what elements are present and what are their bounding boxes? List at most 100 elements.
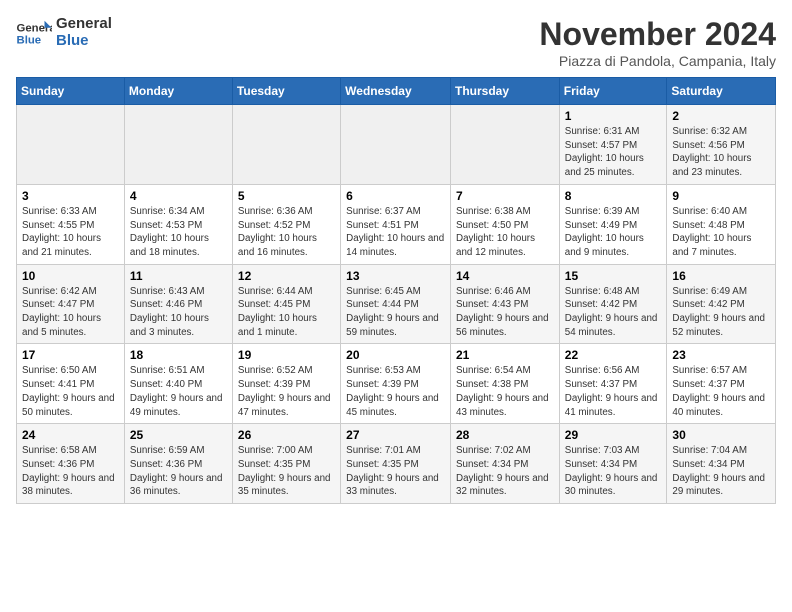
day-number: 1 — [565, 109, 662, 123]
calendar-cell: 2 Sunrise: 6:32 AM Sunset: 4:56 PM Daylig… — [667, 105, 776, 185]
day-info: Sunrise: 6:42 AM Sunset: 4:47 PM Dayligh… — [22, 285, 119, 340]
calendar-cell — [124, 105, 232, 185]
day-header: Monday — [124, 78, 232, 105]
calendar-cell: 3 Sunrise: 6:33 AM Sunset: 4:55 PM Daylig… — [17, 184, 125, 264]
day-number: 23 — [672, 348, 770, 362]
day-number: 3 — [22, 189, 119, 203]
day-number: 24 — [22, 428, 119, 442]
day-number: 17 — [22, 348, 119, 362]
day-info: Sunrise: 6:32 AM Sunset: 4:56 PM Dayligh… — [672, 125, 770, 180]
day-info: Sunrise: 6:38 AM Sunset: 4:50 PM Dayligh… — [456, 205, 554, 260]
day-header: Wednesday — [341, 78, 451, 105]
calendar-cell: 14 Sunrise: 6:46 AM Sunset: 4:43 PM Dayli… — [451, 264, 560, 344]
day-number: 2 — [672, 109, 770, 123]
calendar-cell — [451, 105, 560, 185]
day-number: 16 — [672, 269, 770, 283]
day-info: Sunrise: 6:33 AM Sunset: 4:55 PM Dayligh… — [22, 205, 119, 260]
calendar-week: 3 Sunrise: 6:33 AM Sunset: 4:55 PM Daylig… — [17, 184, 776, 264]
day-header: Thursday — [451, 78, 560, 105]
calendar-cell: 10 Sunrise: 6:42 AM Sunset: 4:47 PM Dayli… — [17, 264, 125, 344]
calendar-cell — [17, 105, 125, 185]
day-number: 20 — [346, 348, 445, 362]
day-info: Sunrise: 7:02 AM Sunset: 4:34 PM Dayligh… — [456, 444, 554, 499]
calendar-table: SundayMondayTuesdayWednesdayThursdayFrid… — [16, 77, 776, 504]
logo-icon: General Blue — [16, 19, 52, 47]
calendar-cell: 24Sunrise: 6:58 AM Sunset: 4:36 PM Dayli… — [17, 424, 125, 504]
calendar-cell: 8 Sunrise: 6:39 AM Sunset: 4:49 PM Daylig… — [559, 184, 667, 264]
day-number: 4 — [130, 189, 227, 203]
calendar-cell: 16 Sunrise: 6:49 AM Sunset: 4:42 PM Dayli… — [667, 264, 776, 344]
day-number: 21 — [456, 348, 554, 362]
day-info: Sunrise: 6:50 AM Sunset: 4:41 PM Dayligh… — [22, 364, 119, 419]
calendar-cell: 7Sunrise: 6:38 AM Sunset: 4:50 PM Daylig… — [451, 184, 560, 264]
day-info: Sunrise: 6:46 AM Sunset: 4:43 PM Dayligh… — [456, 285, 554, 340]
day-number: 5 — [238, 189, 335, 203]
calendar-cell: 20 Sunrise: 6:53 AM Sunset: 4:39 PM Dayli… — [341, 344, 451, 424]
day-info: Sunrise: 6:52 AM Sunset: 4:39 PM Dayligh… — [238, 364, 335, 419]
day-number: 22 — [565, 348, 662, 362]
day-number: 11 — [130, 269, 227, 283]
day-header: Friday — [559, 78, 667, 105]
calendar-cell: 23Sunrise: 6:57 AM Sunset: 4:37 PM Dayli… — [667, 344, 776, 424]
day-number: 15 — [565, 269, 662, 283]
day-number: 26 — [238, 428, 335, 442]
calendar-week: 10 Sunrise: 6:42 AM Sunset: 4:47 PM Dayli… — [17, 264, 776, 344]
day-number: 18 — [130, 348, 227, 362]
day-info: Sunrise: 7:00 AM Sunset: 4:35 PM Dayligh… — [238, 444, 335, 499]
day-number: 29 — [565, 428, 662, 442]
header: General Blue General Blue November 2024 … — [16, 16, 776, 69]
calendar-cell — [232, 105, 340, 185]
logo-line2: Blue — [56, 33, 112, 50]
calendar-week: 1 Sunrise: 6:31 AM Sunset: 4:57 PM Daylig… — [17, 105, 776, 185]
calendar-cell: 11 Sunrise: 6:43 AM Sunset: 4:46 PM Dayli… — [124, 264, 232, 344]
day-info: Sunrise: 6:34 AM Sunset: 4:53 PM Dayligh… — [130, 205, 227, 260]
day-info: Sunrise: 7:04 AM Sunset: 4:34 PM Dayligh… — [672, 444, 770, 499]
calendar-cell: 22Sunrise: 6:56 AM Sunset: 4:37 PM Dayli… — [559, 344, 667, 424]
day-info: Sunrise: 6:51 AM Sunset: 4:40 PM Dayligh… — [130, 364, 227, 419]
svg-text:Blue: Blue — [17, 34, 42, 46]
day-number: 19 — [238, 348, 335, 362]
day-number: 10 — [22, 269, 119, 283]
calendar-cell: 1 Sunrise: 6:31 AM Sunset: 4:57 PM Daylig… — [559, 105, 667, 185]
calendar-week: 24Sunrise: 6:58 AM Sunset: 4:36 PM Dayli… — [17, 424, 776, 504]
day-info: Sunrise: 6:53 AM Sunset: 4:39 PM Dayligh… — [346, 364, 445, 419]
calendar-cell: 29 Sunrise: 7:03 AM Sunset: 4:34 PM Dayli… — [559, 424, 667, 504]
day-info: Sunrise: 6:54 AM Sunset: 4:38 PM Dayligh… — [456, 364, 554, 419]
location-subtitle: Piazza di Pandola, Campania, Italy — [539, 53, 776, 69]
calendar-cell: 21 Sunrise: 6:54 AM Sunset: 4:38 PM Dayli… — [451, 344, 560, 424]
day-number: 28 — [456, 428, 554, 442]
day-info: Sunrise: 6:36 AM Sunset: 4:52 PM Dayligh… — [238, 205, 335, 260]
calendar-cell: 28 Sunrise: 7:02 AM Sunset: 4:34 PM Dayli… — [451, 424, 560, 504]
day-info: Sunrise: 7:03 AM Sunset: 4:34 PM Dayligh… — [565, 444, 662, 499]
logo-line1: General — [56, 16, 112, 33]
calendar-cell: 4 Sunrise: 6:34 AM Sunset: 4:53 PM Daylig… — [124, 184, 232, 264]
day-number: 9 — [672, 189, 770, 203]
calendar-cell: 9 Sunrise: 6:40 AM Sunset: 4:48 PM Daylig… — [667, 184, 776, 264]
day-info: Sunrise: 6:40 AM Sunset: 4:48 PM Dayligh… — [672, 205, 770, 260]
calendar-cell: 12Sunrise: 6:44 AM Sunset: 4:45 PM Dayli… — [232, 264, 340, 344]
day-number: 27 — [346, 428, 445, 442]
calendar-cell: 26 Sunrise: 7:00 AM Sunset: 4:35 PM Dayli… — [232, 424, 340, 504]
calendar-cell: 27 Sunrise: 7:01 AM Sunset: 4:35 PM Dayli… — [341, 424, 451, 504]
calendar-cell: 17 Sunrise: 6:50 AM Sunset: 4:41 PM Dayli… — [17, 344, 125, 424]
day-number: 14 — [456, 269, 554, 283]
calendar-cell: 30Sunrise: 7:04 AM Sunset: 4:34 PM Dayli… — [667, 424, 776, 504]
header-row: SundayMondayTuesdayWednesdayThursdayFrid… — [17, 78, 776, 105]
calendar-cell: 6Sunrise: 6:37 AM Sunset: 4:51 PM Daylig… — [341, 184, 451, 264]
day-info: Sunrise: 6:39 AM Sunset: 4:49 PM Dayligh… — [565, 205, 662, 260]
month-title: November 2024 — [539, 16, 776, 53]
day-number: 13 — [346, 269, 445, 283]
day-number: 8 — [565, 189, 662, 203]
calendar-cell — [341, 105, 451, 185]
day-number: 6 — [346, 189, 445, 203]
day-info: Sunrise: 6:49 AM Sunset: 4:42 PM Dayligh… — [672, 285, 770, 340]
day-info: Sunrise: 6:43 AM Sunset: 4:46 PM Dayligh… — [130, 285, 227, 340]
calendar-cell: 25Sunrise: 6:59 AM Sunset: 4:36 PM Dayli… — [124, 424, 232, 504]
day-info: Sunrise: 6:31 AM Sunset: 4:57 PM Dayligh… — [565, 125, 662, 180]
calendar-cell: 19 Sunrise: 6:52 AM Sunset: 4:39 PM Dayli… — [232, 344, 340, 424]
day-header: Tuesday — [232, 78, 340, 105]
day-info: Sunrise: 7:01 AM Sunset: 4:35 PM Dayligh… — [346, 444, 445, 499]
day-info: Sunrise: 6:45 AM Sunset: 4:44 PM Dayligh… — [346, 285, 445, 340]
day-header: Saturday — [667, 78, 776, 105]
day-info: Sunrise: 6:44 AM Sunset: 4:45 PM Dayligh… — [238, 285, 335, 340]
